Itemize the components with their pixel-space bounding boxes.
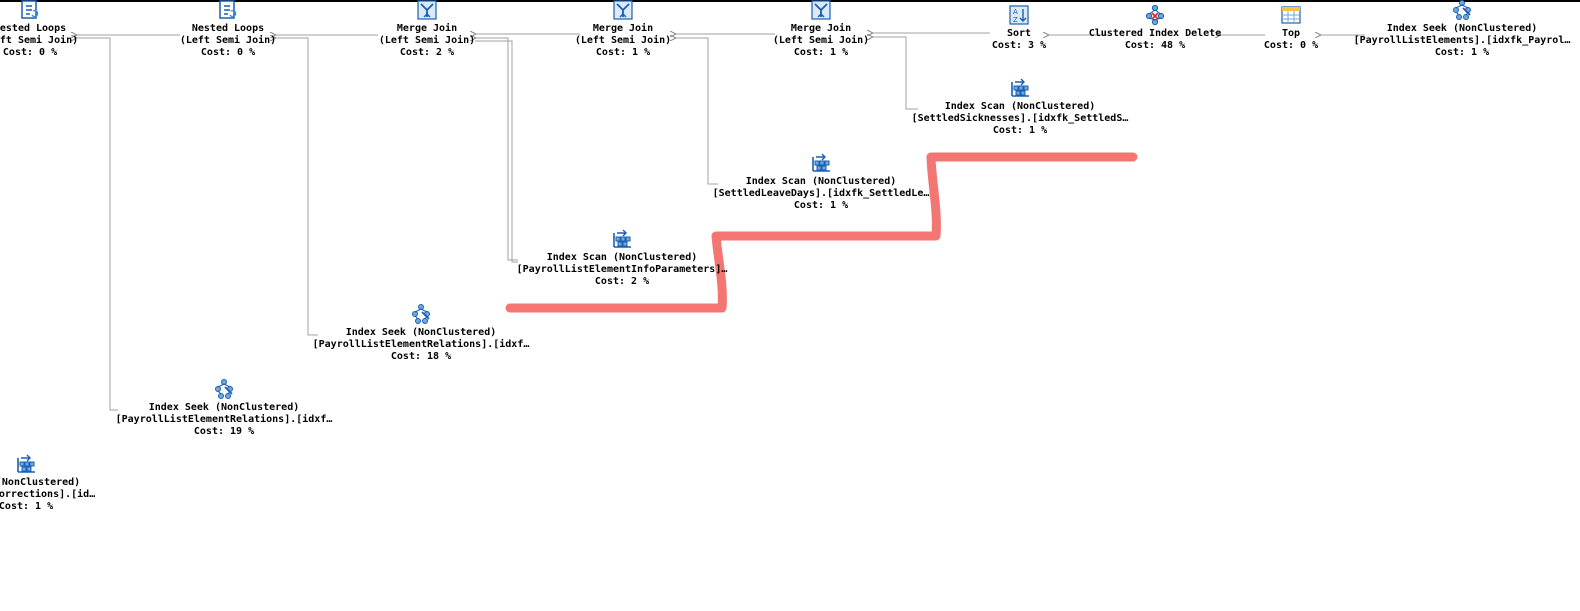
node-detail: [PayrollListElements].[idxfk_Payrol… — [1353, 35, 1571, 46]
index-scan-icon — [611, 228, 633, 250]
node-cost: Cost: 2 % — [594, 276, 650, 287]
index-seek-icon — [1451, 0, 1473, 21]
node-cost: Cost: 1 % — [0, 501, 54, 512]
top-icon — [1280, 4, 1302, 26]
node-operator: Index Seek (NonClustered) — [1386, 23, 1538, 34]
plan-node-index-seek-payrolllistelementrelations-1[interactable]: Index Seek (NonClustered) [PayrollListEl… — [281, 303, 561, 363]
merge-join-icon — [810, 0, 832, 21]
merge-join-icon — [416, 0, 438, 21]
node-cost: Cost: 1 % — [992, 125, 1048, 136]
node-operator: Index Seek (NonClustered) — [345, 327, 497, 338]
node-operator: Index Scan (NonClustered) — [546, 252, 698, 263]
plan-node-index-scan-settledleavedays[interactable]: Index Scan (NonClustered) [SettledLeaveD… — [681, 152, 961, 212]
merge-join-icon — [612, 0, 634, 21]
nested-loops-icon — [19, 0, 41, 21]
index-scan-icon — [1009, 77, 1031, 99]
index-seek-icon — [213, 378, 235, 400]
node-cost: Cost: 1 % — [1434, 47, 1490, 58]
node-detail: [PayrollListElementRelations].[idxf… — [115, 414, 333, 425]
node-detail: [SettledSicknesses].[idxfk_SettledS… — [911, 113, 1129, 124]
plan-node-index-seek-payrolllistelements[interactable]: Index Seek (NonClustered) [PayrollListEl… — [1322, 0, 1580, 59]
plan-node-index-scan-payrolllistelementinfoparameters[interactable]: Index Scan (NonClustered) [PayrollListEl… — [482, 228, 762, 288]
node-operator: Index Scan (NonClustered) — [944, 101, 1096, 112]
plan-node-index-scan-elementcorrections[interactable]: can (NonClustered) lementCorrections].[i… — [0, 453, 166, 513]
node-cost: Cost: 1 % — [793, 200, 849, 211]
node-detail: [SettledLeaveDays].[idxfk_SettledLe… — [712, 188, 930, 199]
plan-node-index-seek-payrolllistelementrelations-2[interactable]: Index Seek (NonClustered) [PayrollListEl… — [84, 378, 364, 438]
index-scan-icon — [810, 152, 832, 174]
index-seek-icon — [410, 303, 432, 325]
plan-node-index-scan-settledsicknesses[interactable]: Index Scan (NonClustered) [SettledSickne… — [880, 77, 1160, 137]
node-detail: lementCorrections].[id… — [0, 489, 96, 500]
plan-edges — [0, 0, 1365, 411]
edge-n12-n1 — [275, 38, 318, 336]
nested-loops-icon — [217, 0, 239, 21]
node-operator: Index Seek (NonClustered) — [148, 402, 300, 413]
node-operator: can (NonClustered) — [0, 477, 81, 488]
node-cost: Cost: 19 % — [193, 426, 255, 437]
edge-n13-n0 — [76, 38, 118, 411]
node-detail: [PayrollListElementRelations].[idxf… — [312, 339, 530, 350]
index-scan-icon — [15, 453, 37, 475]
node-detail: [PayrollListElementInfoParameters]… — [516, 264, 728, 275]
node-operator: Index Scan (NonClustered) — [745, 176, 897, 187]
node-cost: Cost: 18 % — [390, 351, 452, 362]
